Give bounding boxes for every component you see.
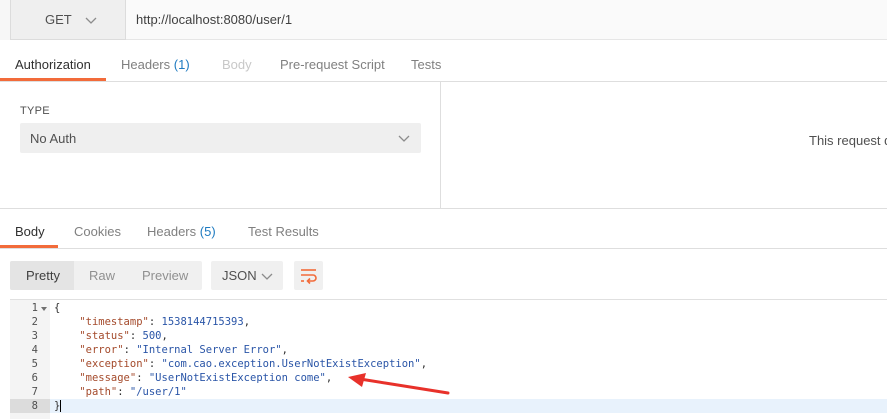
tab-pre-request-script[interactable]: Pre-request Script [280,57,385,72]
type-label: TYPE [20,105,50,117]
format-preview[interactable]: Preview [142,268,188,283]
json-key: "message" [79,372,137,384]
json-value: "/user/1" [129,386,187,398]
code-line: } [54,400,62,412]
line-number: 5 [31,358,38,370]
json-value: 500 [142,330,162,342]
red-arrow-icon [348,373,450,395]
active-tab-indicator [0,245,58,248]
tab-count: (5) [199,224,216,239]
tab-test-results[interactable]: Test Results [248,224,319,239]
format-raw[interactable]: Raw [89,268,115,283]
tab-label: Pre-request Script [280,57,385,72]
code-line: "status": 500, [79,330,168,342]
tab-response-headers[interactable]: Headers (5) [147,224,216,239]
auth-description: This request d [809,133,887,148]
line-number: 3 [31,330,38,342]
tab-response-body[interactable]: Body [15,224,45,239]
tab-label: Body [222,57,252,72]
url-text: http://localhost:8080/user/1 [136,12,293,27]
code-line: "path": "/user/1" [79,386,187,398]
json-value: "Internal Server Error" [136,344,282,356]
line-number: 1 [31,302,38,314]
tab-headers[interactable]: Headers (1) [121,57,190,72]
tab-label: Headers [121,57,171,72]
tab-label: Cookies [74,224,121,239]
json-key: "error" [79,344,124,356]
json-key: "timestamp" [79,316,149,328]
code-line: "exception": "com.cao.exception.UserNotE… [79,358,428,370]
tab-label: Authorization [15,57,91,72]
current-line-highlight [50,399,887,413]
wrap-lines-icon [301,269,317,285]
response-body-viewer[interactable]: 1 2 3 4 5 6 7 8 { "timestamp": 153814471… [10,299,887,419]
tab-label: Test Results [248,224,319,239]
active-tab-indicator [0,78,106,81]
tab-label: Headers [147,224,197,239]
line-number: 8 [31,400,38,412]
method-select[interactable]: GET [10,0,126,40]
fold-caret-icon[interactable] [40,305,48,313]
tab-body[interactable]: Body [222,57,252,72]
json-brace: { [54,302,61,314]
line-number: 6 [31,372,38,384]
code-line: "message": "UserNotExistException come", [79,372,333,384]
json-key: "path" [79,386,118,398]
json-key: "status" [79,330,130,342]
line-number: 2 [31,316,38,328]
auth-type-value: No Auth [30,130,77,146]
json-value: "com.cao.exception.UserNotExistException… [161,358,421,370]
auth-type-select[interactable]: No Auth [20,123,421,153]
code-line: { [54,302,60,314]
divider [0,208,887,209]
request-bar: GET http://localhost:8080/user/1 [0,0,887,40]
code-line: "error": "Internal Server Error", [79,344,288,356]
request-tabs: Authorization Headers (1) Body Pre-reque… [0,45,887,82]
format-pretty[interactable]: Pretty [26,268,60,283]
line-number: 7 [31,386,38,398]
tab-authorization[interactable]: Authorization [15,57,91,72]
tab-label: Tests [411,57,442,72]
json-value: 1538144715393 [161,316,244,328]
tab-cookies[interactable]: Cookies [74,224,121,239]
line-number: 4 [31,344,38,356]
text-cursor [60,400,62,412]
wrap-lines-button[interactable] [294,261,323,290]
tab-label: Body [15,224,45,239]
chevron-down-icon [261,273,273,280]
method-label: GET [45,12,72,27]
language-select[interactable]: JSON [211,261,283,290]
code-line: "timestamp": 1538144715393, [79,316,251,328]
chevron-down-icon [85,17,97,24]
json-value: "UserNotExistException come" [148,372,326,384]
format-toggle-group: Pretty Raw Preview [10,261,202,290]
response-tabs: Body Cookies Headers (5) Test Results [0,212,887,249]
tab-tests[interactable]: Tests [411,57,441,72]
json-key: "exception" [79,358,149,370]
auth-type-panel: TYPE No Auth [0,82,441,209]
language-value: JSON [222,268,257,283]
tab-count: (1) [173,57,190,72]
url-input[interactable]: http://localhost:8080/user/1 [126,0,887,40]
chevron-down-icon [398,135,410,142]
